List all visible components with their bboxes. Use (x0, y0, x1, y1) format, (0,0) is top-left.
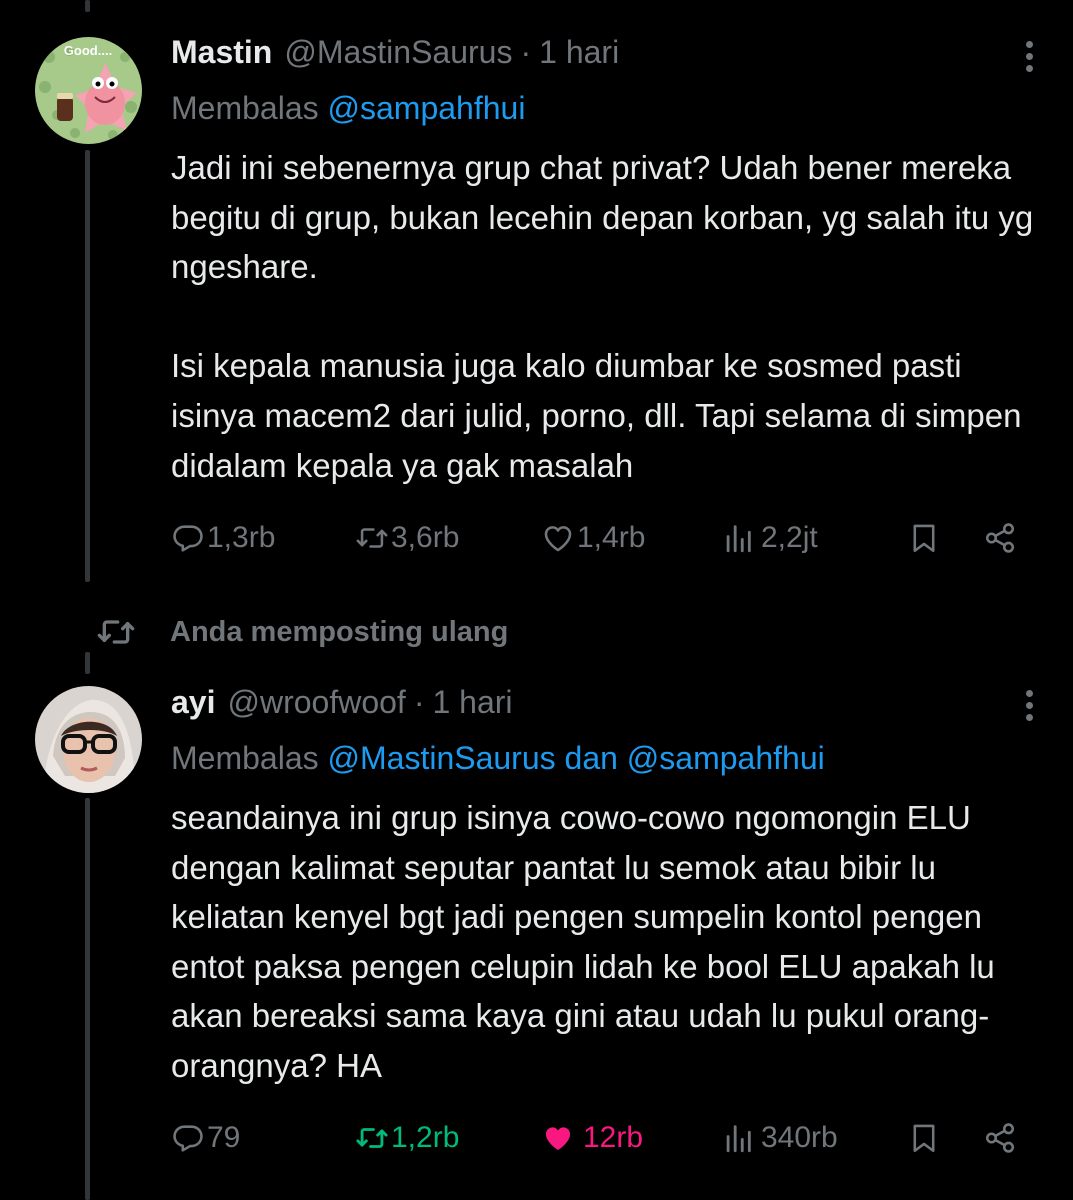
display-name[interactable]: Mastin (171, 34, 272, 71)
bookmark-icon (913, 524, 935, 553)
thread-line-top (85, 0, 90, 12)
replying-joiner: dan (564, 740, 618, 776)
tweet-text: Jadi ini sebenernya grup chat privat? Ud… (171, 143, 1041, 490)
replying-to: Membalas @sampahfhui (171, 90, 525, 127)
tweet-paragraph: seandainya ini grup isinya cowo-cowo ngo… (171, 799, 995, 1084)
avatar-mastin[interactable]: Good.... (35, 37, 142, 144)
tweet-actions: 79 1,2rb 12rb 340rb (171, 1116, 1031, 1160)
like-icon (545, 1127, 571, 1151)
timestamp[interactable]: 1 hari (432, 684, 512, 721)
mention-link[interactable]: @MastinSaurus (328, 740, 556, 776)
share-button[interactable] (983, 516, 1017, 560)
bookmark-icon (913, 1124, 935, 1153)
repost-icon (356, 528, 388, 548)
repost-button[interactable]: 3,6rb (355, 516, 459, 560)
repost-banner: Anda memposting ulang (96, 612, 508, 652)
more-icon (1026, 690, 1033, 697)
display-name[interactable]: ayi (171, 684, 215, 721)
share-button[interactable] (983, 1116, 1017, 1160)
avatar-caption: Good.... (64, 43, 112, 58)
repost-icon (356, 1128, 388, 1148)
user-handle[interactable]: @MastinSaurus (284, 34, 512, 71)
repost-button[interactable]: 1,2rb (355, 1116, 459, 1160)
replying-label: Membalas (171, 90, 319, 126)
views-count: 340rb (761, 1121, 838, 1154)
views-count: 2,2jt (761, 521, 818, 554)
views-icon (726, 525, 751, 553)
like-count: 1,4rb (577, 521, 646, 554)
like-icon (544, 526, 572, 552)
separator-dot: · (520, 34, 532, 70)
like-count: 12rb (583, 1121, 644, 1154)
timestamp[interactable]: 1 hari (539, 34, 619, 71)
share-icon (985, 523, 1015, 553)
more-icon (1026, 41, 1033, 48)
repost-icon (97, 620, 135, 644)
tweet-header: Mastin @MastinSaurus · 1 hari (171, 34, 619, 71)
reply-button[interactable]: 79 (171, 1116, 240, 1160)
like-button[interactable]: 1,4rb (541, 516, 645, 560)
tweet-header: ayi @wroofwoof · 1 hari (171, 684, 513, 721)
reply-count: 1,3rb (207, 521, 276, 554)
bookmark-button[interactable] (907, 1116, 941, 1160)
thread-line-connector (85, 652, 90, 674)
replying-to: Membalas @MastinSaurus dan @sampahfhui (171, 740, 825, 777)
reply-icon (173, 1125, 203, 1152)
tweet-paragraph: Isi kepala manusia juga kalo diumbar ke … (171, 347, 1022, 484)
reply-button[interactable]: 1,3rb (171, 516, 275, 560)
thread-line-mastin (85, 150, 90, 582)
views-button[interactable]: 2,2jt (721, 516, 818, 560)
patrick-avatar-icon: Good.... (35, 37, 142, 144)
more-options-button[interactable] (1026, 690, 1033, 721)
tweet-text: seandainya ini grup isinya cowo-cowo ngo… (171, 793, 1041, 1091)
repost-banner-text: Anda memposting ulang (170, 615, 509, 648)
tweet-paragraph: Jadi ini sebenernya grup chat privat? Ud… (171, 149, 1034, 286)
repost-count: 1,2rb (391, 1121, 460, 1154)
more-options-button[interactable] (1026, 41, 1033, 72)
tweet-actions: 1,3rb 3,6rb 1,4rb 2,2jt (171, 516, 1031, 560)
bookmark-button[interactable] (907, 516, 941, 560)
mention-link[interactable]: @sampahfhui (328, 90, 526, 126)
share-icon (985, 1123, 1015, 1153)
replying-label: Membalas (171, 740, 319, 776)
like-button[interactable]: 12rb (541, 1116, 643, 1160)
user-photo-avatar-icon (35, 686, 142, 793)
avatar-ayi[interactable] (35, 686, 142, 793)
user-handle[interactable]: @wroofwoof (227, 684, 405, 721)
views-button[interactable]: 340rb (721, 1116, 838, 1160)
thread-line-ayi (85, 798, 90, 1200)
mention-link[interactable]: @sampahfhui (627, 740, 825, 776)
reply-count: 79 (207, 1121, 241, 1154)
reply-icon (173, 525, 203, 552)
separator-dot: · (413, 684, 425, 720)
repost-count: 3,6rb (391, 521, 460, 554)
views-icon (726, 1125, 751, 1153)
